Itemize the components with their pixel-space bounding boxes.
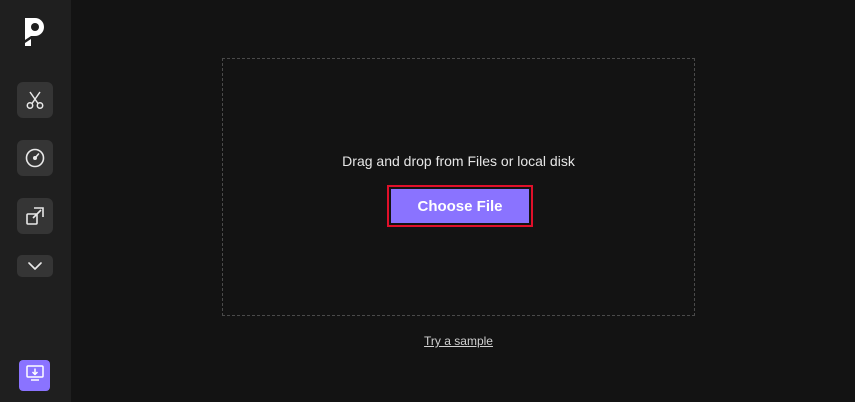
choose-file-button[interactable]: Choose File <box>391 189 529 223</box>
resize-tool-button[interactable] <box>17 198 53 234</box>
logo-icon[interactable] <box>22 16 48 48</box>
more-tools-button[interactable] <box>17 255 53 277</box>
scissors-icon <box>25 90 45 110</box>
file-dropzone[interactable]: Drag and drop from Files or local disk C… <box>222 58 695 316</box>
speedometer-icon <box>24 147 46 169</box>
speed-tool-button[interactable] <box>17 140 53 176</box>
download-button[interactable] <box>19 360 50 391</box>
chevron-down-icon <box>28 257 42 275</box>
choose-file-highlight: Choose File <box>387 185 533 227</box>
drop-instructions: Drag and drop from Files or local disk <box>342 153 575 169</box>
cut-tool-button[interactable] <box>17 82 53 118</box>
try-sample-link[interactable]: Try a sample <box>222 334 695 348</box>
resize-icon <box>25 206 45 226</box>
sidebar <box>0 0 71 402</box>
download-icon <box>25 365 44 386</box>
